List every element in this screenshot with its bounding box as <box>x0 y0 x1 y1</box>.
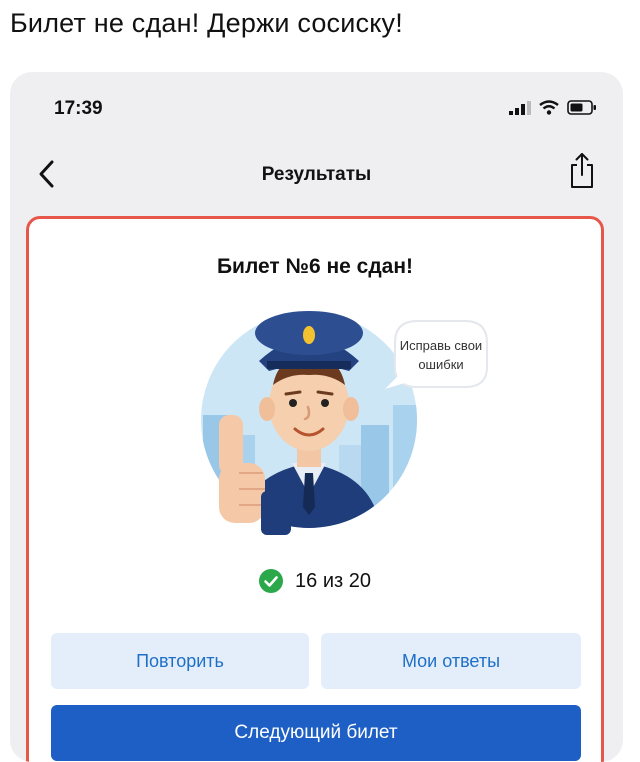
inspector-illustration: Исправь свои ошибки <box>201 311 488 535</box>
phone-screen: 17:39 Результаты Билет №6 не сдан! Испра… <box>10 72 623 762</box>
signal-icon <box>509 100 531 115</box>
speech-bubble-line-1: Исправь свои <box>400 338 482 353</box>
post-caption: Билет не сдан! Держи сосиску! <box>10 8 403 38</box>
share-button[interactable] <box>567 150 597 190</box>
score-text: 16 из 20 <box>295 569 371 592</box>
status-time: 17:39 <box>54 98 103 119</box>
next-ticket-button[interactable]: Следующий билет <box>51 705 581 761</box>
status-icons <box>509 100 597 115</box>
check-circle-icon <box>259 569 284 593</box>
my-answers-button[interactable]: Мои ответы <box>321 633 581 689</box>
speech-bubble-line-2: ошибки <box>418 357 463 372</box>
retry-button[interactable]: Повторить <box>51 633 309 689</box>
share-icon <box>571 153 593 188</box>
navigation-bar: Результаты <box>10 142 623 208</box>
score-row: 16 из 20 <box>29 569 601 593</box>
page-title: Результаты <box>261 164 372 185</box>
ticket-result-title: Билет №6 не сдан! <box>216 255 414 278</box>
status-bar: 17:39 <box>10 72 623 142</box>
result-card: Билет №6 не сдан! Исправь свои ошибки 16… <box>26 216 604 762</box>
wifi-icon <box>539 100 559 115</box>
battery-icon <box>567 100 596 115</box>
